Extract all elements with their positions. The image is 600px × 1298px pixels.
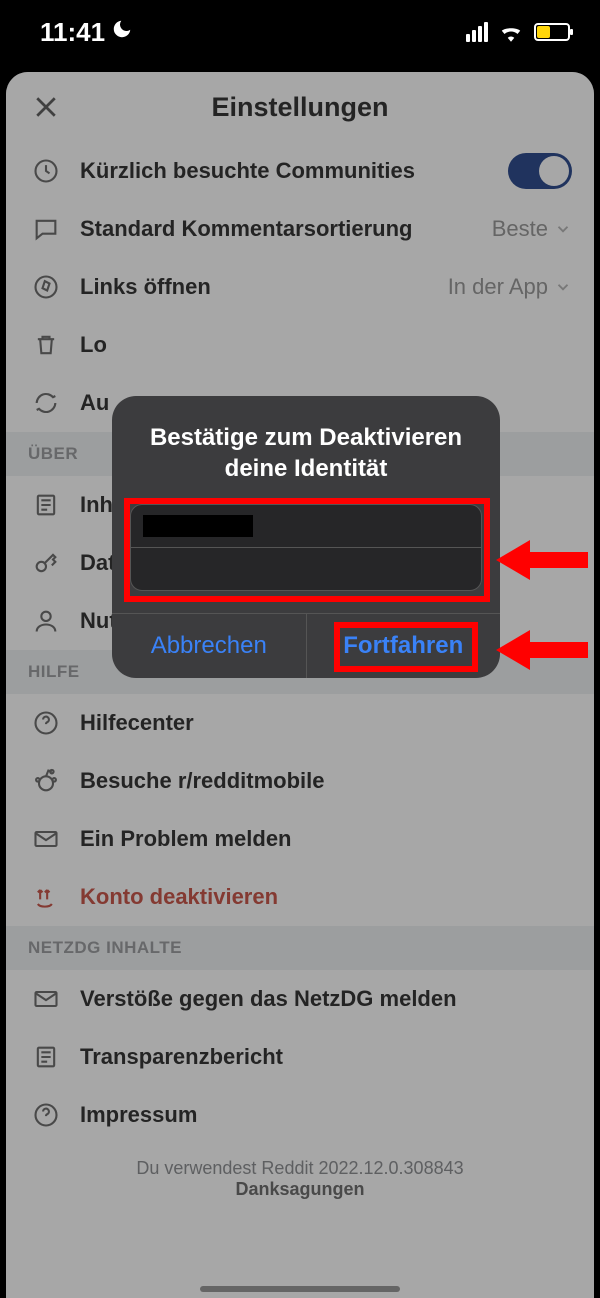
row-comment-sort[interactable]: Standard Kommentarsortierung Beste — [6, 200, 594, 258]
row-transparency[interactable]: Transparenzbericht — [6, 1028, 594, 1086]
version-text: Du verwendest Reddit 2022.12.0.308843 — [6, 1158, 594, 1179]
status-time: 11:41 — [40, 17, 105, 48]
row-open-links[interactable]: Links öffnen In der App — [6, 258, 594, 316]
mail-icon — [28, 981, 64, 1017]
row-label: Impressum — [80, 1102, 572, 1128]
row-label: Links öffnen — [80, 274, 448, 300]
row-netzdg-report[interactable]: Verstöße gegen das NetzDG melden — [6, 970, 594, 1028]
modal-title: Bestätige zum Deaktivieren deine Identit… — [112, 396, 500, 504]
person-icon — [28, 603, 64, 639]
chevron-down-icon — [554, 278, 572, 296]
trash-icon — [28, 327, 64, 363]
section-netzdg: NETZDG INHALTE — [6, 926, 594, 970]
settings-page: Einstellungen Kürzlich besuchte Communit… — [6, 72, 594, 1298]
row-report-problem[interactable]: Ein Problem melden — [6, 810, 594, 868]
key-icon — [28, 545, 64, 581]
password-field[interactable] — [131, 548, 481, 590]
page-header: Einstellungen — [6, 72, 594, 142]
row-subreddit[interactable]: Besuche r/redditmobile — [6, 752, 594, 810]
modal-buttons: Abbrechen Fortfahren — [112, 613, 500, 678]
row-lo[interactable]: Lo — [6, 316, 594, 374]
mail-icon — [28, 821, 64, 857]
home-indicator[interactable] — [200, 1286, 400, 1292]
credentials-input-group — [130, 504, 482, 591]
status-icons — [466, 22, 570, 42]
battery-icon — [534, 23, 570, 41]
row-label: Standard Kommentarsortierung — [80, 216, 492, 242]
footer: Du verwendest Reddit 2022.12.0.308843 Da… — [6, 1144, 594, 1200]
row-label: Konto deaktivieren — [80, 884, 572, 910]
annotation-arrow-2 — [496, 620, 594, 680]
do-not-disturb-icon — [111, 18, 133, 46]
row-label: Kürzlich besuchte Communities — [80, 158, 508, 184]
row-value: In der App — [448, 274, 548, 300]
redacted-text — [143, 515, 253, 537]
username-field[interactable] — [131, 505, 481, 547]
peace-icon — [28, 879, 64, 915]
row-impressum[interactable]: Impressum — [6, 1086, 594, 1144]
row-recent-communities[interactable]: Kürzlich besuchte Communities — [6, 142, 594, 200]
thanks-link[interactable]: Danksagungen — [6, 1179, 594, 1200]
annotation-arrow-1 — [496, 530, 594, 590]
clock-icon — [28, 153, 64, 189]
wifi-icon — [498, 22, 524, 42]
row-label: Ein Problem melden — [80, 826, 572, 852]
document-icon — [28, 1039, 64, 1075]
page-title: Einstellungen — [24, 92, 576, 123]
toggle-recent[interactable] — [508, 153, 572, 189]
row-helpcenter[interactable]: Hilfecenter — [6, 694, 594, 752]
row-label: Besuche r/redditmobile — [80, 768, 572, 794]
row-label: Verstöße gegen das NetzDG melden — [80, 986, 572, 1012]
comment-icon — [28, 211, 64, 247]
refresh-icon — [28, 385, 64, 421]
help-icon — [28, 705, 64, 741]
compass-icon — [28, 269, 64, 305]
row-value: Beste — [492, 216, 548, 242]
cancel-button[interactable]: Abbrechen — [112, 614, 306, 678]
help-icon — [28, 1097, 64, 1133]
document-icon — [28, 487, 64, 523]
cellular-icon — [466, 22, 488, 42]
status-bar: 11:41 — [0, 0, 600, 64]
row-label: Lo — [80, 332, 572, 358]
status-time-group: 11:41 — [40, 17, 133, 48]
continue-button[interactable]: Fortfahren — [307, 614, 501, 678]
row-label: Hilfecenter — [80, 710, 572, 736]
reddit-icon — [28, 763, 64, 799]
row-label: Transparenzbericht — [80, 1044, 572, 1070]
row-deactivate-account[interactable]: Konto deaktivieren — [6, 868, 594, 926]
confirm-identity-modal: Bestätige zum Deaktivieren deine Identit… — [112, 396, 500, 678]
chevron-down-icon — [554, 220, 572, 238]
